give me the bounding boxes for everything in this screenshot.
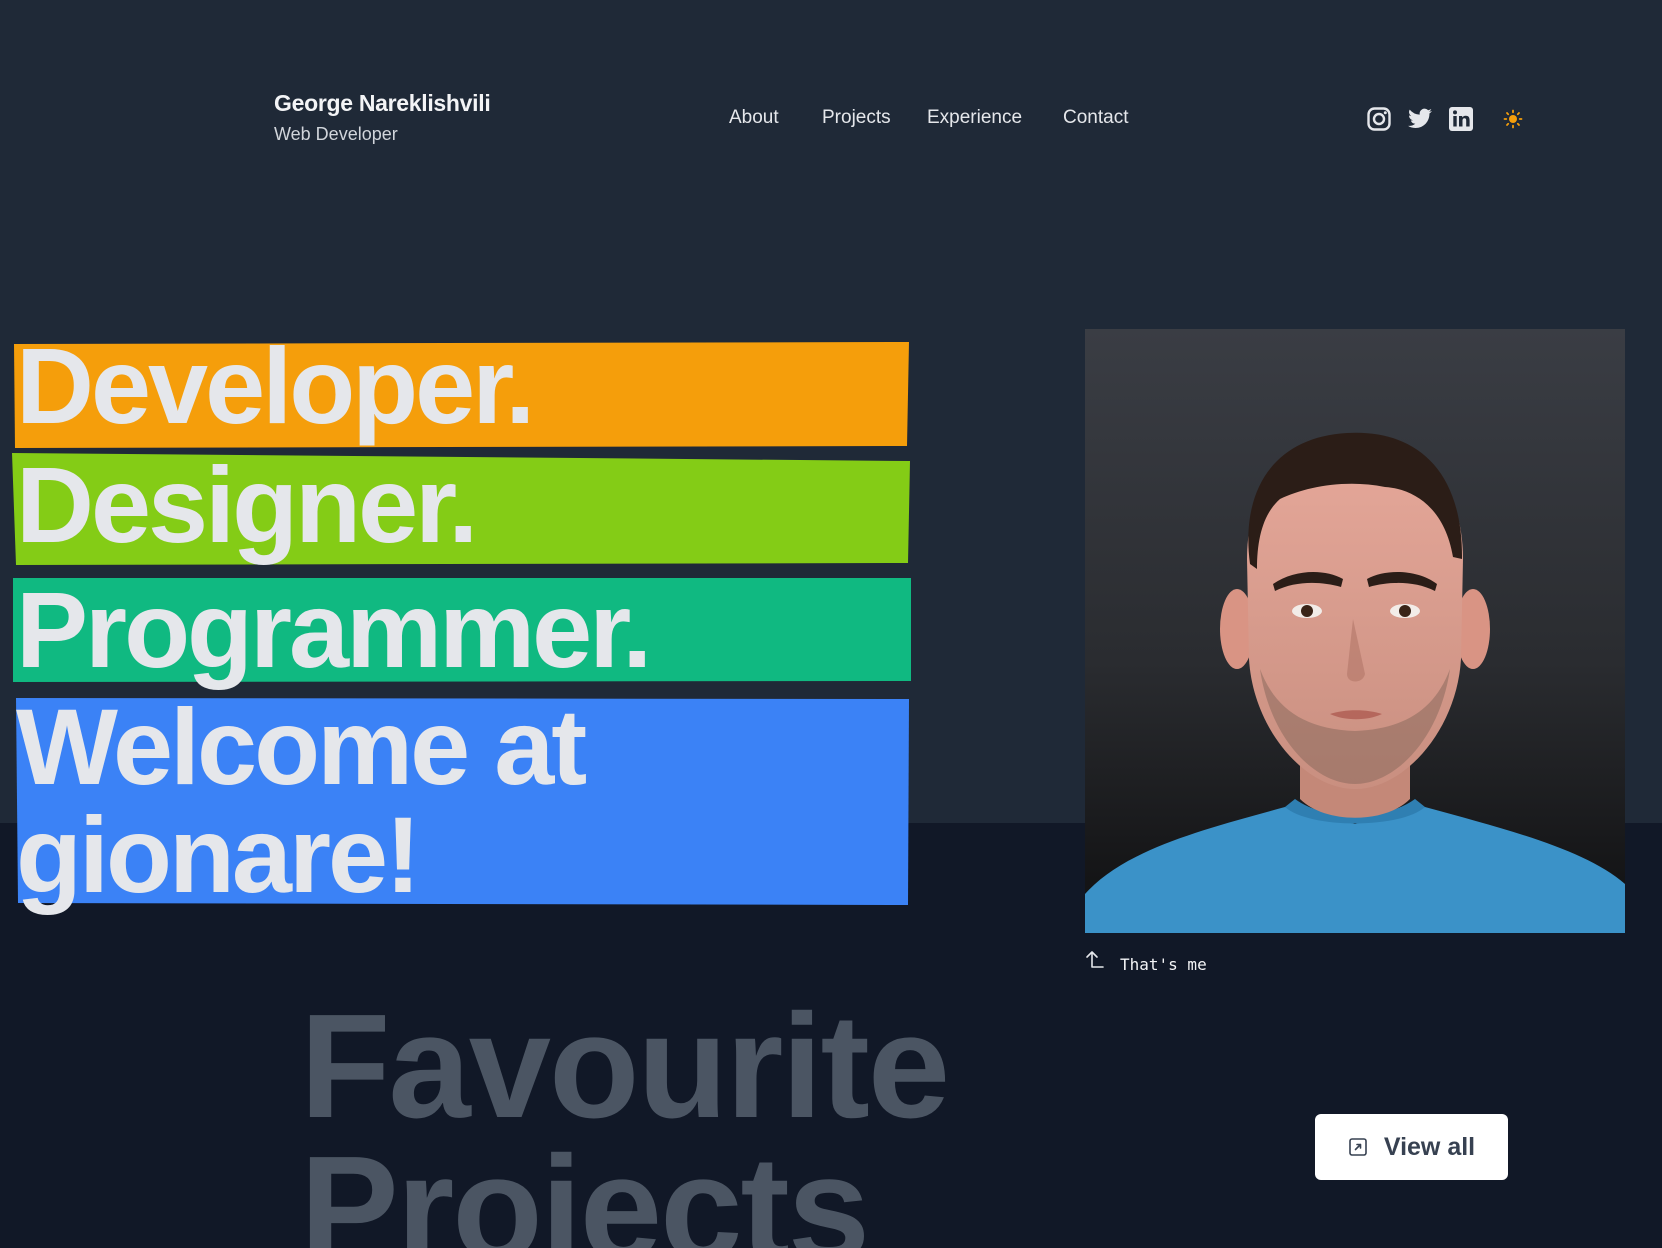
nav-link-about[interactable]: About [729,107,779,129]
page: George Nareklishvili Web Developer About… [0,0,1662,1248]
portrait-photo [1085,329,1625,933]
hero-word-gionare: gionare! [16,794,421,915]
sun-icon[interactable] [1500,106,1526,132]
instagram-icon[interactable] [1366,106,1392,132]
nav-link-experience[interactable]: Experience [927,107,1022,129]
hero-word-designer: Designer. [16,444,478,565]
hero-line-programmer: Programmer. [0,569,920,690]
hero-word-developer: Developer. [16,325,535,446]
hero-line-designer: Designer. [0,451,920,566]
nav-link-projects[interactable]: Projects [822,107,891,129]
heading-line-2: Projects [300,1126,870,1248]
linkedin-icon[interactable] [1448,106,1474,132]
corner-up-left-arrow-icon [1084,950,1104,972]
hero-line-welcome: Welcome at gionare! [0,693,920,915]
external-link-icon [1348,1137,1368,1157]
view-all-label: View all [1383,1132,1476,1161]
view-all-button[interactable]: View all [1315,1114,1508,1180]
hero-word-welcome: Welcome at [16,686,587,807]
hero-word-programmer: Programmer. [16,569,652,690]
heading-line-1: Favourite [300,984,950,1149]
caption-text: That's me [1120,955,1207,974]
nav-link-contact[interactable]: Contact [1063,107,1128,129]
twitter-icon[interactable] [1407,106,1433,132]
hero-line-developer: Developer. [0,332,920,448]
section-heading-favourite-projects: Favourite Projects [300,993,1040,1248]
